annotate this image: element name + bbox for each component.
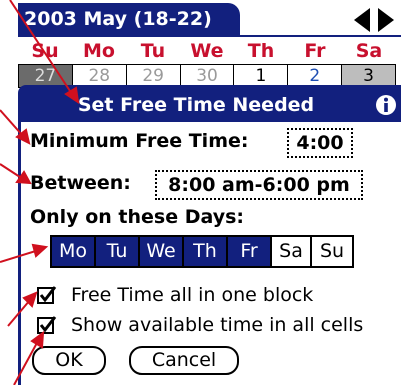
dialog-title: Set Free Time Needed (77, 94, 315, 116)
weekday-label: Fr (304, 40, 326, 62)
day-toggle-th[interactable]: Th (184, 237, 228, 266)
all-cells-checkbox[interactable] (37, 315, 57, 335)
next-arrow-icon[interactable] (378, 8, 394, 32)
day-toggle-tu[interactable]: Tu (96, 237, 140, 266)
min-free-time-field[interactable]: 4:00 (287, 128, 353, 158)
nav-arrows (354, 8, 394, 32)
calendar-divider (18, 35, 401, 37)
ok-button[interactable]: OK (32, 346, 106, 375)
between-time-field[interactable]: 8:00 am-6:00 pm (155, 170, 363, 200)
day-toggle-su[interactable]: Su (312, 237, 352, 266)
day-toggle-we[interactable]: We (140, 237, 184, 266)
set-free-time-dialog: Set Free Time Needed Minimum Free Time: … (18, 85, 401, 385)
info-icon[interactable] (375, 94, 397, 116)
all-cells-label[interactable]: Show available time in all cells (71, 314, 363, 336)
days-selector: Mo Tu We Th Fr Sa Su (50, 235, 354, 268)
calendar-title[interactable]: 2003 May (18-22) (18, 3, 240, 35)
weekday-label: Sa (355, 40, 383, 62)
one-block-label[interactable]: Free Time all in one block (71, 284, 313, 306)
min-free-time-label: Minimum Free Time: (30, 130, 249, 152)
weekday-label: Su (31, 40, 59, 62)
weekday-label: Mo (83, 40, 115, 62)
dialog-title-bar: Set Free Time Needed (21, 88, 401, 122)
weekday-label: We (190, 40, 224, 62)
weekday-label: Th (247, 40, 275, 62)
day-toggle-mo[interactable]: Mo (52, 237, 96, 266)
weekday-label: Tu (140, 40, 166, 62)
day-toggle-sa[interactable]: Sa (272, 237, 312, 266)
days-label: Only on these Days: (30, 206, 244, 228)
weekday-header-row: Su Mo Tu We Th Fr Sa (18, 38, 396, 64)
prev-arrow-icon[interactable] (354, 8, 370, 32)
one-block-checkbox[interactable] (37, 285, 57, 305)
cancel-button[interactable]: Cancel (129, 346, 239, 375)
day-toggle-fr[interactable]: Fr (228, 237, 272, 266)
between-label: Between: (30, 172, 131, 194)
